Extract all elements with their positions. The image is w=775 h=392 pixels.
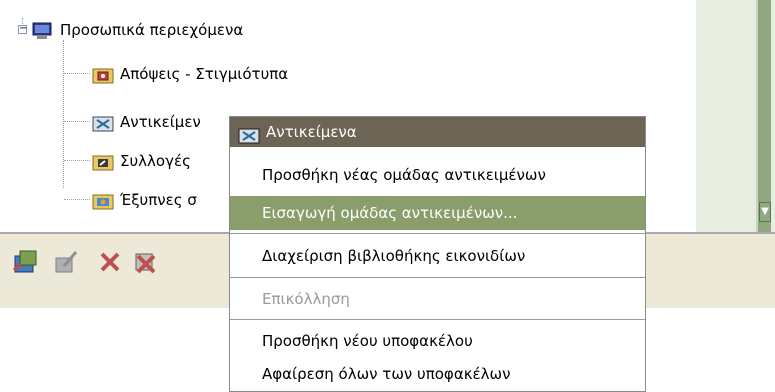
edit-icon[interactable] <box>52 248 80 276</box>
menu-item-remove-all-subfolders[interactable]: Αφαίρεση όλων των υποφακέλων <box>230 357 645 391</box>
tree-item-personal-contents[interactable]: Προσωπικά περιεχόμενα <box>32 17 243 43</box>
objects-folder-icon <box>238 124 260 143</box>
delete-all-icon[interactable] <box>132 248 160 276</box>
collapse-toggle[interactable]: − <box>18 24 27 34</box>
menu-separator <box>230 319 645 320</box>
new-collection-icon[interactable] <box>12 248 40 276</box>
tree-connector <box>63 40 64 188</box>
tree-connector <box>64 160 90 161</box>
computer-icon <box>32 22 52 40</box>
scrollbar-track[interactable] <box>758 0 771 232</box>
menu-item-paste: Επικόλληση <box>262 290 350 308</box>
menu-separator <box>230 277 645 278</box>
snapshot-folder-icon <box>92 66 114 84</box>
objects-folder-icon <box>92 114 114 132</box>
tree-connector <box>64 121 90 122</box>
menu-item-add-subfolder[interactable]: Προσθήκη νέου υποφακέλου <box>230 324 645 358</box>
tree-item-smart[interactable]: Έξυπνες σ <box>92 187 197 213</box>
tree-connector <box>64 73 90 74</box>
tree-item-snapshots[interactable]: Απόψεις - Στιγμιότυπα <box>92 61 288 87</box>
menu-item-import-object-group[interactable]: Εισαγωγή ομάδας αντικειμένων... <box>230 196 645 230</box>
menu-separator <box>230 233 645 234</box>
context-menu-title: Αντικείμενα <box>230 117 645 147</box>
side-panel: ▼ <box>696 0 775 232</box>
menu-item-manage-icon-library[interactable]: Διαχείριση βιβλιοθήκης εικονιδίων <box>230 239 645 273</box>
smart-folder-icon <box>92 192 114 210</box>
scroll-down-button[interactable]: ▼ <box>759 202 771 222</box>
delete-icon[interactable] <box>96 248 124 276</box>
context-menu: Αντικείμενα Προσθήκη νέας ομάδας αντικει… <box>229 116 646 392</box>
tree-item-objects[interactable]: Αντικείμεν <box>92 109 201 135</box>
menu-item-add-object-group[interactable]: Προσθήκη νέας ομάδας αντικειμένων <box>230 158 645 192</box>
collections-folder-icon <box>92 153 114 171</box>
tree-connector <box>64 199 90 200</box>
tree-item-collections[interactable]: Συλλογές <box>92 148 191 174</box>
